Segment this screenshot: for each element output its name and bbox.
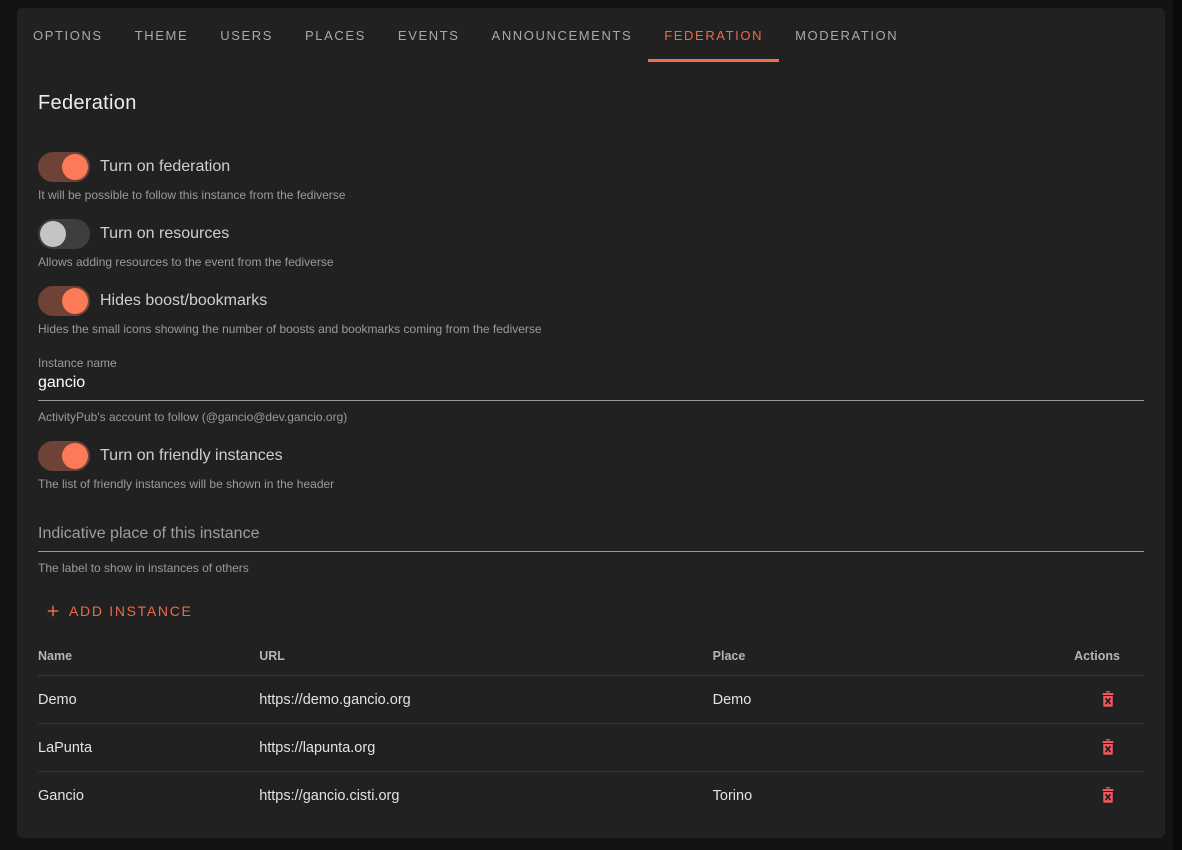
cell-place: Torino [713,772,1056,820]
page-scrollbar[interactable] [1173,0,1182,850]
instance-name-hint: ActivityPub's account to follow (@gancio… [38,410,1144,424]
plus-icon [44,602,62,620]
trash-x-icon [1098,737,1118,757]
setting-friendly-instances: Turn on friendly instances The list of f… [38,441,1144,491]
cell-name: LaPunta [38,724,259,772]
admin-tabbar: OPTIONS THEME USERS PLACES EVENTS ANNOUN… [17,8,1165,62]
instance-name-field-group: Instance name ActivityPub's account to f… [38,356,1144,424]
instance-place-field-group: The label to show in instances of others [38,521,1144,575]
friendly-instances-table: Name URL Place Actions Demo https://demo… [38,639,1144,820]
toggle-hint: Hides the small icons showing the number… [38,322,1144,336]
friendly-instances-toggle[interactable] [38,441,90,471]
tab-places[interactable]: PLACES [289,8,382,62]
table-row: LaPunta https://lapunta.org [38,724,1144,772]
tab-federation[interactable]: FEDERATION [648,8,779,62]
toggle-hint: Allows adding resources to the event fro… [38,255,1144,269]
toggle-hint: The list of friendly instances will be s… [38,477,1144,491]
toggle-label: Turn on friendly instances [100,447,283,465]
tab-users[interactable]: USERS [204,8,289,62]
instance-name-input[interactable] [38,370,1144,401]
hide-boosts-toggle[interactable] [38,286,90,316]
toggle-thumb [62,288,88,314]
cell-place: Demo [713,676,1056,724]
toggle-hint: It will be possible to follow this insta… [38,188,1144,202]
setting-hide-boosts: Hides boost/bookmarks Hides the small ic… [38,286,1144,336]
col-header-url: URL [259,639,712,676]
toggle-label: Hides boost/bookmarks [100,292,267,310]
col-header-actions: Actions [1056,639,1145,676]
instance-place-input[interactable] [38,521,1144,552]
cell-name: Demo [38,676,259,724]
tab-theme[interactable]: THEME [119,8,205,62]
table-row: Gancio https://gancio.cisti.org Torino [38,772,1144,820]
toggle-thumb [40,221,66,247]
toggle-label: Turn on resources [100,225,229,243]
delete-instance-button[interactable] [1096,735,1120,759]
tab-moderation[interactable]: MODERATION [779,8,914,62]
col-header-place: Place [713,639,1056,676]
add-instance-label: ADD INSTANCE [69,603,193,619]
delete-instance-button[interactable] [1096,783,1120,807]
page-title: Federation [38,92,1144,115]
cell-url: https://demo.gancio.org [259,676,712,724]
federation-toggle[interactable] [38,152,90,182]
tab-options[interactable]: OPTIONS [17,8,119,62]
admin-panel-card: OPTIONS THEME USERS PLACES EVENTS ANNOUN… [17,8,1165,838]
setting-turn-on-federation: Turn on federation It will be possible t… [38,152,1144,202]
federation-panel: Federation Turn on federation It will be… [17,92,1165,820]
tab-events[interactable]: EVENTS [382,8,476,62]
toggle-label: Turn on federation [100,158,230,176]
table-header-row: Name URL Place Actions [38,639,1144,676]
cell-url: https://gancio.cisti.org [259,772,712,820]
trash-x-icon [1098,785,1118,805]
cell-name: Gancio [38,772,259,820]
setting-turn-on-resources: Turn on resources Allows adding resource… [38,219,1144,269]
tab-announcements[interactable]: ANNOUNCEMENTS [476,8,649,62]
instance-name-label: Instance name [38,356,1144,370]
resources-toggle[interactable] [38,219,90,249]
cell-url: https://lapunta.org [259,724,712,772]
toggle-thumb [62,443,88,469]
table-row: Demo https://demo.gancio.org Demo [38,676,1144,724]
delete-instance-button[interactable] [1096,687,1120,711]
cell-place [713,724,1056,772]
toggle-thumb [62,154,88,180]
instance-place-hint: The label to show in instances of others [38,561,1144,575]
trash-x-icon [1098,689,1118,709]
col-header-name: Name [38,639,259,676]
add-instance-button[interactable]: ADD INSTANCE [38,598,199,624]
